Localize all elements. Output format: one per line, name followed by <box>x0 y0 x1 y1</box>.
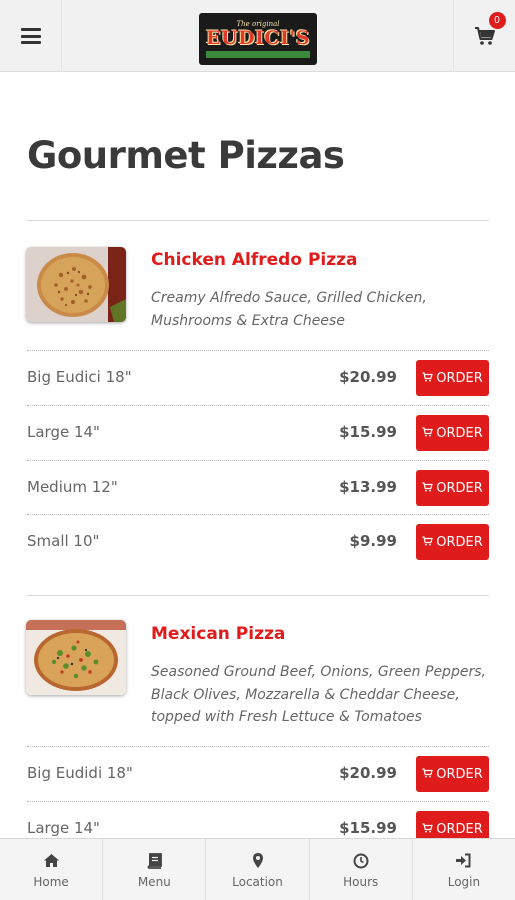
item-description: Seasoned Ground Beef, Onions, Green Pepp… <box>151 664 486 725</box>
nav-label: Home <box>33 874 69 889</box>
order-button[interactable]: ORDER <box>416 811 489 838</box>
size-row: Large 14" $15.99 ORDER <box>27 405 489 459</box>
order-button[interactable]: ORDER <box>416 360 489 396</box>
cart-count-badge: 0 <box>488 12 506 29</box>
logo-banner <box>206 51 310 58</box>
cart-button[interactable]: 0 <box>453 0 515 72</box>
order-button[interactable]: ORDER <box>416 470 489 506</box>
cart-icon: 0 <box>474 12 506 46</box>
divider <box>27 220 489 221</box>
size-row: Medium 12" $13.99 ORDER <box>27 460 489 514</box>
nav-label: Hours <box>343 874 379 889</box>
order-label: ORDER <box>436 766 483 782</box>
item-name[interactable]: Mexican Pizza <box>151 624 285 644</box>
item-description: Creamy Alfredo Sauce, Grilled Chicken, M… <box>151 290 427 329</box>
order-button[interactable]: ORDER <box>416 415 489 451</box>
cart-icon <box>422 371 434 386</box>
size-label: Large 14" <box>27 423 100 441</box>
size-row: Big Eudici 18" $20.99 ORDER <box>27 350 489 404</box>
size-price: $20.99 <box>339 764 397 782</box>
size-price: $15.99 <box>339 819 397 837</box>
book-icon <box>145 852 163 870</box>
nav-hours[interactable]: Hours <box>310 839 413 900</box>
nav-label: Location <box>232 874 283 889</box>
nav-login[interactable]: Login <box>413 839 515 900</box>
order-label: ORDER <box>436 821 483 837</box>
login-icon <box>455 852 473 870</box>
size-label: Medium 12" <box>27 478 118 496</box>
cart-icon <box>422 767 434 782</box>
divider <box>27 595 489 596</box>
cart-icon <box>422 822 434 837</box>
size-row: Big Eudidi 18" $20.99 ORDER <box>27 746 489 800</box>
size-price: $13.99 <box>339 478 397 496</box>
clock-icon <box>352 852 370 870</box>
pizza-image[interactable] <box>26 247 126 322</box>
size-price: $15.99 <box>339 423 397 441</box>
order-label: ORDER <box>436 425 483 441</box>
logo-wordmark: EUDICI'S <box>206 27 310 49</box>
menu-content: Gourmet Pizzas Chicken Alfredo Pizza Cre… <box>0 72 515 838</box>
hamburger-icon <box>20 28 41 44</box>
nav-home[interactable]: Home <box>0 839 104 900</box>
order-button[interactable]: ORDER <box>416 756 489 792</box>
home-icon <box>42 852 60 870</box>
nav-label: Menu <box>137 874 171 889</box>
size-label: Big Eudidi 18" <box>27 764 133 782</box>
order-label: ORDER <box>436 534 483 550</box>
bottom-navigation: Home Menu Location Hours Login <box>0 838 515 900</box>
size-label: Large 14" <box>27 819 100 837</box>
order-label: ORDER <box>436 480 483 496</box>
order-label: ORDER <box>436 370 483 386</box>
nav-location[interactable]: Location <box>206 839 310 900</box>
page-title: Gourmet Pizzas <box>27 134 345 177</box>
nav-label: Login <box>447 874 481 889</box>
size-label: Small 10" <box>27 532 100 550</box>
map-pin-icon <box>249 852 267 870</box>
restaurant-logo[interactable]: The original EUDICI'S <box>199 13 317 65</box>
size-price: $9.99 <box>349 532 397 550</box>
order-button[interactable]: ORDER <box>416 524 489 560</box>
size-row: Small 10" $9.99 ORDER <box>27 514 489 568</box>
app-header: The original EUDICI'S 0 <box>0 0 515 72</box>
pizza-image[interactable] <box>26 620 126 695</box>
size-price: $20.99 <box>339 368 397 386</box>
nav-menu[interactable]: Menu <box>103 839 207 900</box>
size-row: Large 14" $15.99 ORDER <box>27 801 489 838</box>
menu-button[interactable] <box>0 0 62 72</box>
cart-icon <box>422 426 434 441</box>
cart-icon <box>422 481 434 496</box>
cart-icon <box>422 535 434 550</box>
size-label: Big Eudici 18" <box>27 368 132 386</box>
item-name[interactable]: Chicken Alfredo Pizza <box>151 250 358 270</box>
